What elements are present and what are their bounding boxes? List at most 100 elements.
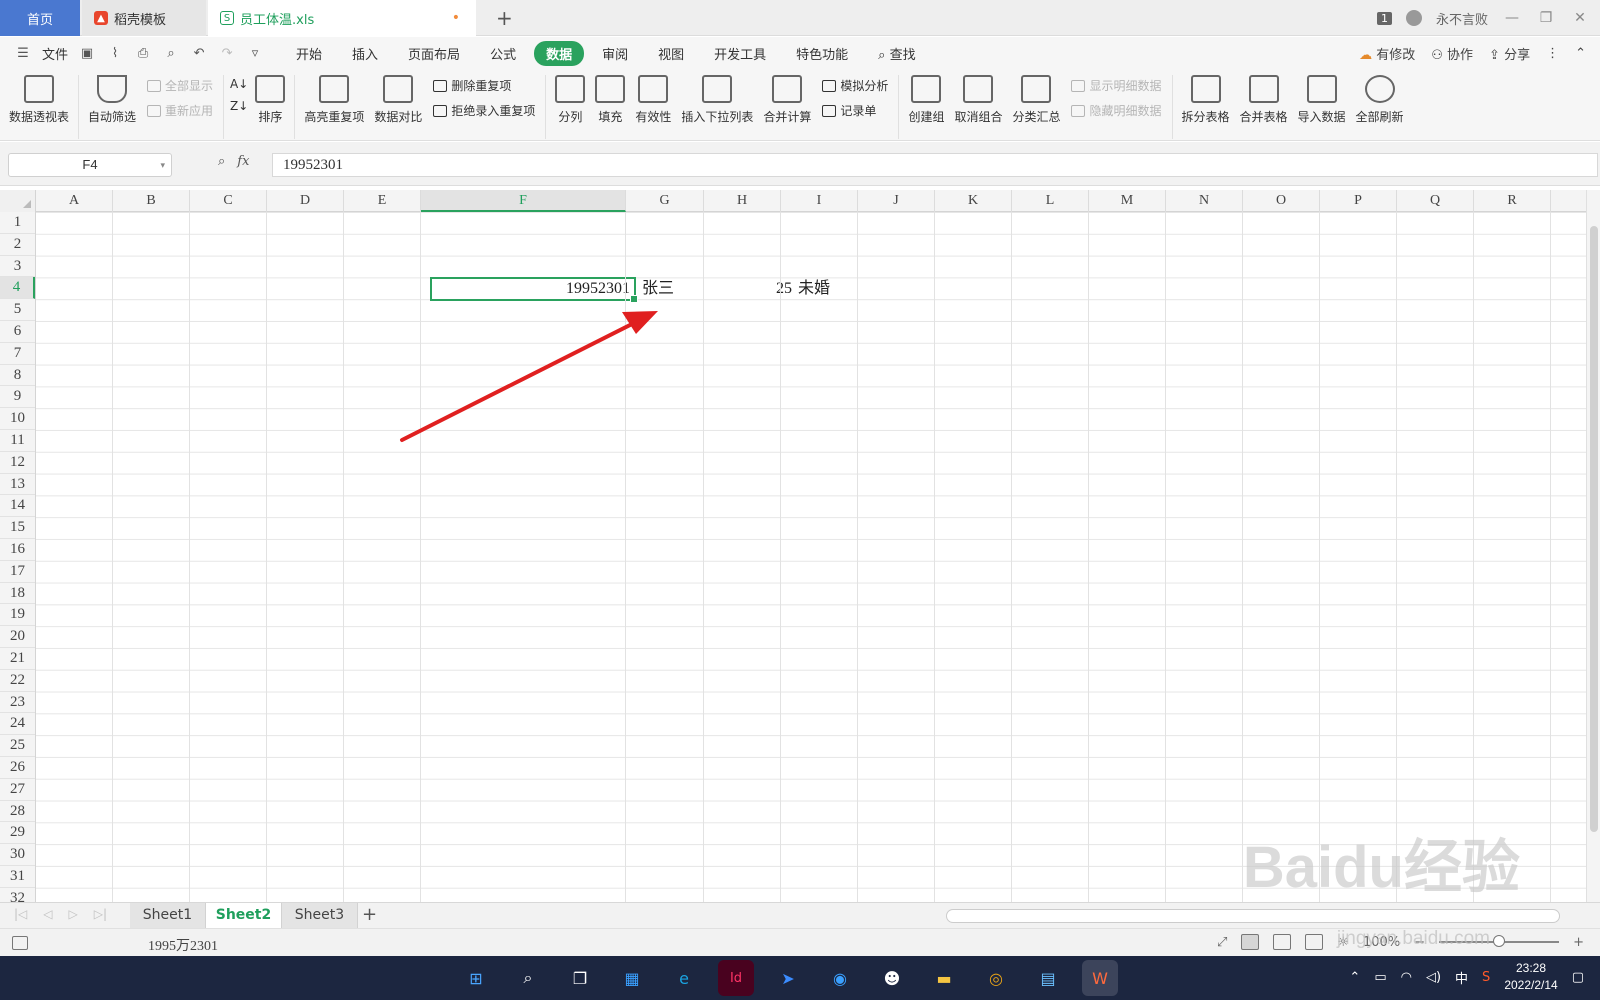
- row-header-2[interactable]: 2: [0, 234, 35, 256]
- close-icon[interactable]: ✕: [1570, 10, 1590, 26]
- row-header-20[interactable]: 20: [0, 626, 35, 648]
- cell-g4[interactable]: 张三: [642, 278, 712, 299]
- row-header-13[interactable]: 13: [0, 474, 35, 496]
- notification-icon[interactable]: ▢: [1572, 970, 1584, 985]
- cell-area[interactable]: 19952301 张三 25 未婚: [36, 212, 1586, 902]
- zoom-formula-icon[interactable]: ⌕: [218, 154, 225, 169]
- tray-expand-icon[interactable]: ⌃: [1349, 970, 1360, 985]
- subtotal-button[interactable]: 分类汇总: [1007, 75, 1065, 125]
- prev-sheet-icon[interactable]: ◁: [43, 907, 52, 921]
- whatif-button[interactable]: 模拟分析: [822, 77, 888, 94]
- row-header-28[interactable]: 28: [0, 801, 35, 823]
- zoom-slider-knob[interactable]: [1493, 935, 1506, 947]
- row-header-9[interactable]: 9: [0, 386, 35, 409]
- column-header-r[interactable]: R: [1474, 190, 1551, 212]
- column-header-n[interactable]: N: [1166, 190, 1243, 212]
- first-sheet-icon[interactable]: |◁: [14, 907, 27, 921]
- restore-icon[interactable]: ❐: [1536, 10, 1556, 26]
- indesign-icon[interactable]: Id: [718, 960, 754, 996]
- consolidate-button[interactable]: 合并计算: [758, 75, 816, 125]
- row-header-18[interactable]: 18: [0, 583, 35, 605]
- spreadsheet-grid[interactable]: ABCDEFGHIJKLMNOPQR 1 2 3 4 5 6 7 8 9 10 11 12 13 14 15…: [0, 190, 1586, 902]
- edge-icon[interactable]: e: [666, 960, 702, 996]
- validity-button[interactable]: 有效性: [630, 75, 676, 125]
- save-icon[interactable]: ▣: [78, 44, 96, 62]
- row-header-7[interactable]: 7: [0, 343, 35, 365]
- tab-start[interactable]: 开始: [284, 41, 334, 66]
- zoom-in-icon[interactable]: +: [1573, 935, 1584, 950]
- column-header-i[interactable]: I: [781, 190, 858, 212]
- formula-input[interactable]: 19952301: [272, 153, 1598, 177]
- column-header-g[interactable]: G: [626, 190, 704, 212]
- horizontal-scrollbar[interactable]: [946, 909, 1560, 923]
- row-header-24[interactable]: 24: [0, 713, 35, 736]
- chrome-icon[interactable]: ◎: [978, 960, 1014, 996]
- share-button[interactable]: ⇪ 分享: [1489, 44, 1530, 63]
- row-header-12[interactable]: 12: [0, 452, 35, 474]
- row-header-3[interactable]: 3: [0, 256, 35, 278]
- autofilter-button[interactable]: 自动筛选: [83, 75, 141, 125]
- tab-developer[interactable]: 开发工具: [702, 41, 778, 66]
- split-column-button[interactable]: 分列: [550, 75, 590, 125]
- edits-button[interactable]: ☁ 有修改: [1359, 44, 1415, 63]
- vertical-scrollbar[interactable]: [1586, 190, 1600, 902]
- feishu-icon[interactable]: ➤: [770, 960, 806, 996]
- row-header-11[interactable]: 11: [0, 430, 35, 452]
- normal-view-icon[interactable]: [1241, 934, 1260, 950]
- chevron-down-icon[interactable]: ▾: [160, 154, 165, 176]
- row-header-25[interactable]: 25: [0, 735, 35, 757]
- reading-mode-icon[interactable]: [1305, 934, 1324, 950]
- sheet-tab-sheet2[interactable]: Sheet2: [206, 903, 282, 928]
- cell-f4[interactable]: 19952301: [430, 278, 630, 299]
- page-break-view-icon[interactable]: [1273, 934, 1292, 950]
- column-header-l[interactable]: L: [1012, 190, 1089, 212]
- minimize-icon[interactable]: —: [1502, 10, 1522, 26]
- search-icon-taskbar[interactable]: ⌕: [510, 960, 546, 996]
- sort-ascending-button[interactable]: A↓: [230, 77, 248, 91]
- row-header-21[interactable]: 21: [0, 648, 35, 670]
- row-header-26[interactable]: 26: [0, 757, 35, 779]
- tab-review[interactable]: 审阅: [590, 41, 640, 66]
- wps-icon[interactable]: W: [1082, 960, 1118, 996]
- row-header-31[interactable]: 31: [0, 866, 35, 888]
- show-all-button[interactable]: 全部显示: [147, 77, 213, 94]
- column-header-p[interactable]: P: [1320, 190, 1397, 212]
- collapse-ribbon-icon[interactable]: ⌃: [1575, 46, 1586, 61]
- row-header-10[interactable]: 10: [0, 408, 35, 430]
- avatar[interactable]: [1405, 10, 1422, 26]
- row-header-1[interactable]: 1: [0, 212, 35, 234]
- customize-dropdown-icon[interactable]: ▿: [246, 44, 264, 62]
- row-header-15[interactable]: 15: [0, 517, 35, 539]
- next-sheet-icon[interactable]: ▷: [69, 907, 78, 921]
- sheet-tab-sheet1[interactable]: Sheet1: [130, 903, 206, 928]
- sogou-icon[interactable]: S: [1482, 970, 1490, 985]
- import-data-button[interactable]: 导入数据: [1293, 75, 1351, 125]
- pivot-table-button[interactable]: 数据透视表: [4, 75, 74, 125]
- user-name[interactable]: 永不言败: [1436, 9, 1488, 28]
- column-header-a[interactable]: A: [36, 190, 113, 212]
- add-sheet-button[interactable]: +: [362, 904, 377, 925]
- hide-detail-button[interactable]: 隐藏明细数据: [1071, 102, 1162, 119]
- widgets-icon[interactable]: ▦: [614, 960, 650, 996]
- wifi-icon[interactable]: ◠: [1401, 970, 1412, 985]
- refresh-all-button[interactable]: 全部刷新: [1351, 75, 1409, 125]
- column-header-m[interactable]: M: [1089, 190, 1166, 212]
- hamburger-icon[interactable]: ☰: [14, 44, 32, 62]
- delete-dup-button[interactable]: 删除重复项: [433, 77, 535, 94]
- highlight-dup-button[interactable]: 高亮重复项: [299, 75, 369, 125]
- tab-template[interactable]: ▲ 稻壳模板: [82, 0, 206, 36]
- compare-button[interactable]: 数据对比: [369, 75, 427, 125]
- row-header-19[interactable]: 19: [0, 604, 35, 627]
- column-header-d[interactable]: D: [267, 190, 344, 212]
- column-header-b[interactable]: B: [113, 190, 190, 212]
- tab-data[interactable]: 数据: [534, 40, 585, 66]
- row-header-16[interactable]: 16: [0, 539, 35, 561]
- row-header-17[interactable]: 17: [0, 561, 35, 583]
- tab-home[interactable]: 首页: [0, 0, 80, 36]
- row-header-32[interactable]: 32: [0, 888, 35, 902]
- file-explorer-icon[interactable]: ▬: [926, 960, 962, 996]
- column-header-f[interactable]: F: [421, 190, 626, 212]
- split-table-button[interactable]: 拆分表格: [1177, 75, 1235, 125]
- row-header-23[interactable]: 23: [0, 692, 35, 714]
- format-painter-icon[interactable]: ⌇: [106, 44, 124, 62]
